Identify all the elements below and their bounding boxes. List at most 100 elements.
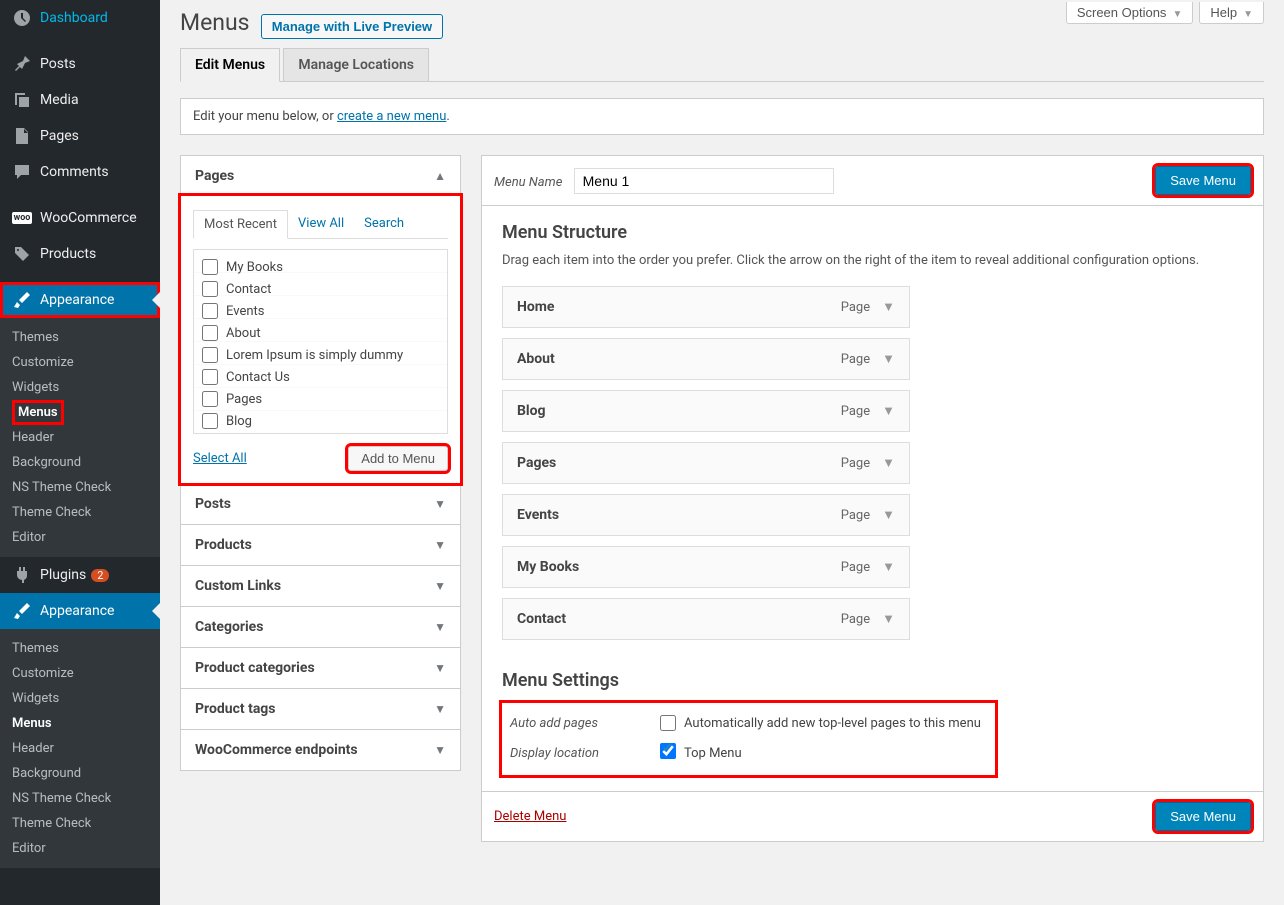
caret-down-icon[interactable]: ▼ <box>882 455 895 471</box>
page-checklist-item[interactable]: Pages <box>200 388 441 410</box>
save-menu-button-bottom[interactable]: Save Menu <box>1155 802 1251 831</box>
manage-live-preview-button[interactable]: Manage with Live Preview <box>261 14 443 39</box>
page-checkbox[interactable] <box>202 281 218 297</box>
page-checkbox[interactable] <box>202 369 218 385</box>
screen-options-button[interactable]: Screen Options▼ <box>1066 2 1194 24</box>
menu-footer-row: Delete Menu Save Menu <box>481 792 1264 842</box>
inner-tab-recent[interactable]: Most Recent <box>193 210 288 239</box>
page-checkbox[interactable] <box>202 391 218 407</box>
page-checklist-item[interactable]: Contact Us <box>200 366 441 388</box>
top-menu-checkbox-label[interactable]: Top Menu <box>660 743 742 763</box>
select-all-link[interactable]: Select All <box>193 451 247 466</box>
sidebar-sub-customize[interactable]: Customize <box>0 350 160 375</box>
page-checkbox[interactable] <box>202 413 218 429</box>
accordion-header-product-categories[interactable]: Product categories▼ <box>181 648 460 688</box>
sidebar-item-comments[interactable]: Comments <box>0 154 160 190</box>
create-menu-link[interactable]: create a new menu <box>337 109 446 124</box>
sidebar-item-dashboard[interactable]: Dashboard <box>0 0 160 36</box>
menu-structure-help: Drag each item into the order you prefer… <box>502 253 1243 268</box>
menu-header-row: Menu Name Save Menu <box>481 155 1264 205</box>
sidebar-item-posts[interactable]: Posts <box>0 46 160 82</box>
page-checklist-item[interactable]: Lorem Ipsum is simply dummy <box>200 344 441 366</box>
sidebar-sub-ns-theme-check[interactable]: NS Theme Check <box>0 786 160 811</box>
auto-add-checkbox-label[interactable]: Automatically add new top-level pages to… <box>660 715 981 731</box>
sidebar-sub-theme-check[interactable]: Theme Check <box>0 811 160 836</box>
tab-edit-menus[interactable]: Edit Menus <box>180 48 280 82</box>
sidebar-submenu-appearance: Themes Customize Widgets Menus Header Ba… <box>0 318 160 557</box>
menu-structure-item[interactable]: PagesPage▼ <box>502 442 910 484</box>
page-checklist-item[interactable]: Contact <box>200 278 441 300</box>
sidebar-label: Appearance <box>40 292 114 308</box>
sidebar-item-pages[interactable]: Pages <box>0 118 160 154</box>
top-menu-checkbox[interactable] <box>660 743 676 759</box>
menu-structure-item[interactable]: AboutPage▼ <box>502 338 910 380</box>
accordion-header-categories[interactable]: Categories▼ <box>181 607 460 647</box>
sidebar-sub-editor[interactable]: Editor <box>0 525 160 550</box>
menu-items-list: HomePage▼AboutPage▼BlogPage▼PagesPage▼Ev… <box>502 286 1243 640</box>
page-checklist-item[interactable]: About <box>200 322 441 344</box>
accordion-header-custom-links[interactable]: Custom Links▼ <box>181 566 460 606</box>
accordion-header-products[interactable]: Products▼ <box>181 525 460 565</box>
accordion-header-pages[interactable]: Pages ▲ <box>181 156 460 196</box>
menu-item-title: Pages <box>517 455 556 471</box>
menu-name-input[interactable] <box>574 168 834 194</box>
caret-down-icon: ▼ <box>434 620 446 634</box>
caret-down-icon[interactable]: ▼ <box>882 611 895 627</box>
caret-down-icon[interactable]: ▼ <box>882 559 895 575</box>
menu-structure-item[interactable]: BlogPage▼ <box>502 390 910 432</box>
sidebar-item-plugins[interactable]: Plugins 2 <box>0 557 160 593</box>
sidebar-item-woocommerce[interactable]: woo WooCommerce <box>0 200 160 236</box>
page-checkbox[interactable] <box>202 325 218 341</box>
auto-add-checkbox[interactable] <box>660 715 676 731</box>
sidebar-item-appearance[interactable]: Appearance <box>0 282 160 318</box>
sidebar-sub-ns-theme-check[interactable]: NS Theme Check <box>0 475 160 500</box>
page-checklist-item[interactable]: Events <box>200 300 441 322</box>
sidebar-sub-widgets[interactable]: Widgets <box>0 686 160 711</box>
accordion-header-posts[interactable]: Posts▼ <box>181 484 460 524</box>
sidebar-sub-header[interactable]: Header <box>0 425 160 450</box>
save-menu-button-top[interactable]: Save Menu <box>1155 166 1251 195</box>
menu-structure-item[interactable]: HomePage▼ <box>502 286 910 328</box>
caret-down-icon: ▼ <box>434 538 446 552</box>
sidebar-item-media[interactable]: Media <box>0 82 160 118</box>
menu-structure-item[interactable]: My BooksPage▼ <box>502 546 910 588</box>
sidebar-sub-header[interactable]: Header <box>0 736 160 761</box>
delete-menu-link[interactable]: Delete Menu <box>494 809 566 824</box>
page-checklist-item[interactable]: Blog <box>200 410 441 432</box>
sidebar-item-products[interactable]: Products <box>0 236 160 272</box>
caret-down-icon[interactable]: ▼ <box>882 299 895 315</box>
help-button[interactable]: Help▼ <box>1199 2 1264 24</box>
inner-tab-search[interactable]: Search <box>354 210 414 238</box>
add-to-menu-button[interactable]: Add to Menu <box>348 446 448 471</box>
sidebar-sub-theme-check[interactable]: Theme Check <box>0 500 160 525</box>
menu-item-type: Page <box>841 560 870 575</box>
caret-down-icon[interactable]: ▼ <box>882 507 895 523</box>
sidebar-sub-themes[interactable]: Themes <box>0 325 160 350</box>
menu-item-title: Events <box>517 507 559 523</box>
sidebar-label: Plugins <box>40 567 86 583</box>
sidebar-sub-themes[interactable]: Themes <box>0 636 160 661</box>
caret-down-icon[interactable]: ▼ <box>882 403 895 419</box>
caret-down-icon[interactable]: ▼ <box>882 351 895 367</box>
menu-structure-item[interactable]: EventsPage▼ <box>502 494 910 536</box>
sidebar-sub-background[interactable]: Background <box>0 450 160 475</box>
pages-checklist[interactable]: My BooksContact Events AboutLorem Ipsum is… <box>193 249 448 434</box>
page-checkbox[interactable] <box>202 259 218 275</box>
page-checklist-label: Events <box>226 304 264 319</box>
sidebar-sub-customize[interactable]: Customize <box>0 661 160 686</box>
sidebar-sub-background[interactable]: Background <box>0 761 160 786</box>
accordion-header-woo-endpoints[interactable]: WooCommerce endpoints▼ <box>181 730 460 770</box>
sidebar-item-appearance-2[interactable]: Appearance <box>0 593 160 629</box>
menu-structure-item[interactable]: ContactPage▼ <box>502 598 910 640</box>
sidebar-sub-editor[interactable]: Editor <box>0 836 160 861</box>
page-checkbox[interactable] <box>202 347 218 363</box>
plugin-icon <box>12 565 32 585</box>
sidebar-sub-menus[interactable]: Menus <box>0 711 160 736</box>
sidebar-sub-menus[interactable]: Menus <box>12 400 64 425</box>
tab-manage-locations[interactable]: Manage Locations <box>283 48 429 81</box>
page-checkbox[interactable] <box>202 303 218 319</box>
accordion-header-product-tags[interactable]: Product tags▼ <box>181 689 460 729</box>
sidebar-sub-widgets[interactable]: Widgets <box>0 375 160 400</box>
page-checklist-item[interactable]: My Books <box>200 256 441 278</box>
inner-tab-view-all[interactable]: View All <box>288 210 354 238</box>
